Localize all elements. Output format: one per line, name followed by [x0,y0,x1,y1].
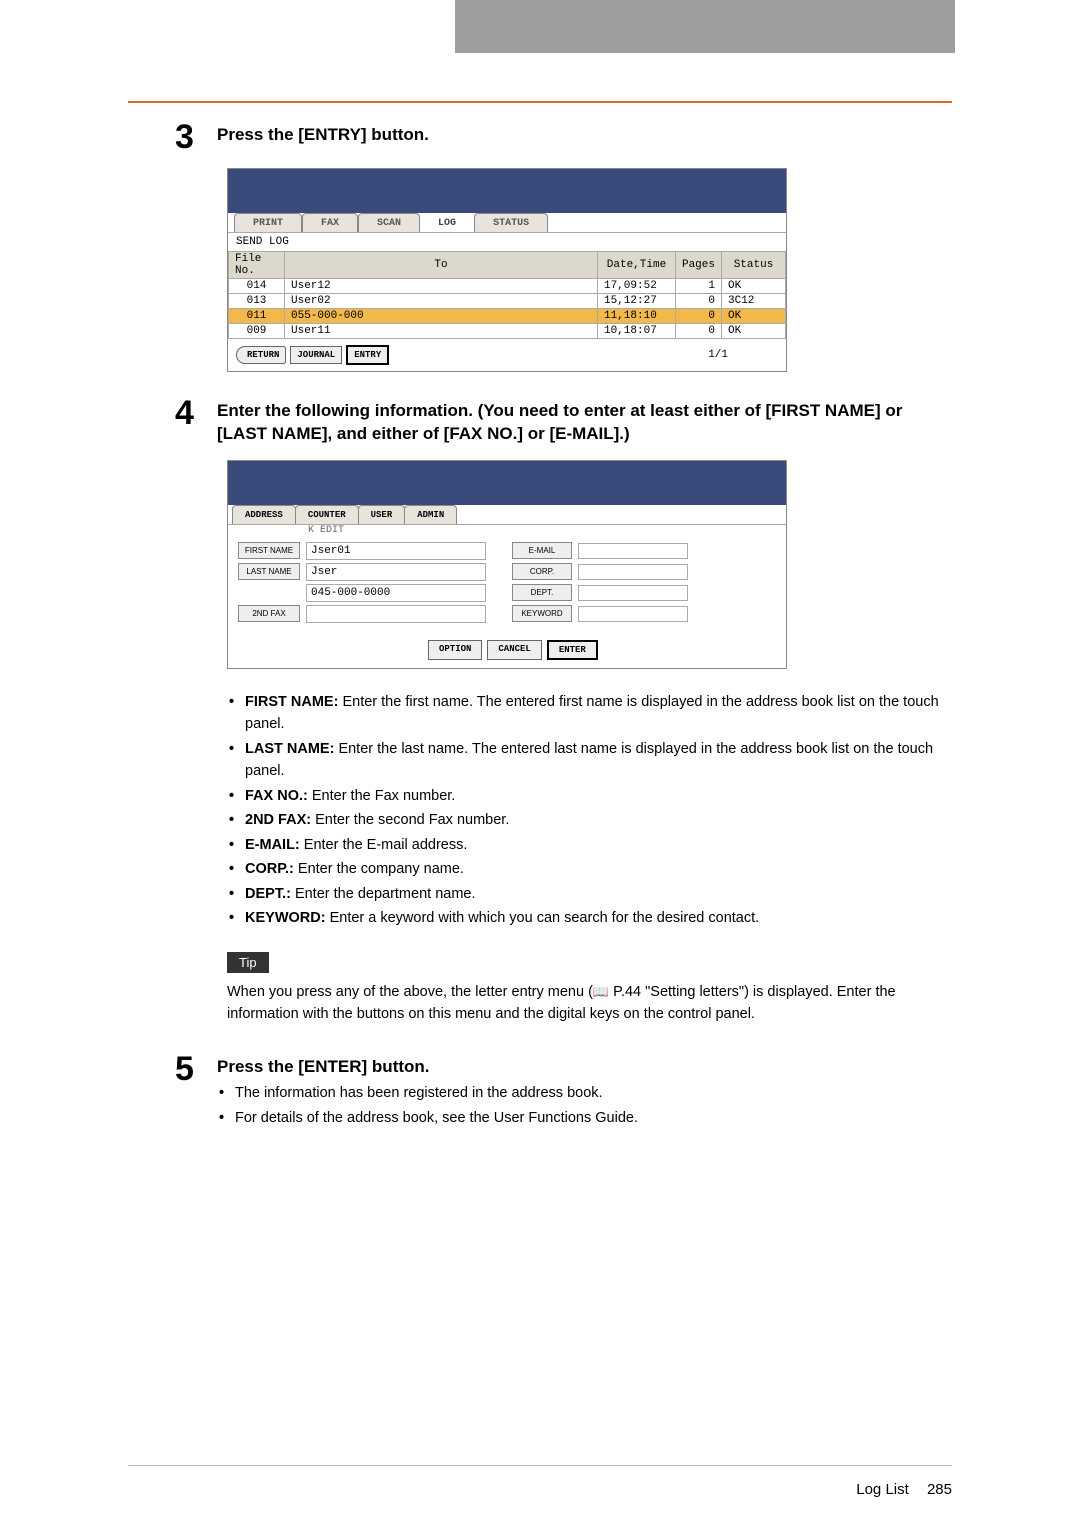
step-number: 4 [175,396,203,430]
page-content: 3 Press the [ENTRY] button. PRINT FAX SC… [175,120,952,1155]
step-number: 5 [175,1052,203,1086]
table-row[interactable]: 013 User02 15,12:27 0 3C12 [229,294,786,309]
keyword-field[interactable] [578,606,688,622]
field-description-list: FIRST NAME: Enter the first name. The en… [227,691,952,930]
list-item: The information has been registered in t… [217,1082,638,1104]
screenshot-address-edit: ADDRESS COUNTER USER ADMIN K EDIT FIRST … [227,460,787,669]
col-status: Status [722,252,786,279]
ss1-top-bar [228,169,786,213]
page-footer: Log List 285 [856,1481,952,1498]
screenshot-send-log: PRINT FAX SCAN LOG STATUS SEND LOG File … [227,168,787,372]
tab-counter[interactable]: COUNTER [295,505,359,524]
list-item: 2ND FAX: Enter the second Fax number. [227,809,952,831]
top-divider [128,101,952,103]
table-row-selected[interactable]: 011 055-000-000 11,18:10 0 OK [229,309,786,324]
corp-label[interactable]: CORP. [512,563,572,580]
tab-status[interactable]: STATUS [474,213,548,232]
email-label[interactable]: E-MAIL [512,542,572,559]
list-item: DEPT.: Enter the department name. [227,883,952,905]
step-3: 3 Press the [ENTRY] button. PRINT FAX SC… [175,120,952,372]
return-button[interactable]: RETURN [236,346,286,364]
step-title: Press the [ENTRY] button. [217,124,429,147]
faxno-field[interactable]: 045-000-0000 [306,584,486,602]
list-item: For details of the address book, see the… [217,1107,638,1129]
corp-field[interactable] [578,564,688,580]
send-log-table: File No. To Date,Time Pages Status 014 U… [228,251,786,339]
cancel-button[interactable]: CANCEL [487,640,541,660]
list-item: FAX NO.: Enter the Fax number. [227,785,952,807]
firstname-label[interactable]: FIRST NAME [238,542,300,559]
secondfax-label[interactable]: 2ND FAX [238,605,300,622]
step-number: 3 [175,120,203,154]
dept-label[interactable]: DEPT. [512,584,572,601]
bottom-divider [128,1465,952,1466]
tip-text: When you press any of the above, the let… [227,981,952,1026]
entry-button[interactable]: ENTRY [346,345,389,365]
tab-user[interactable]: USER [358,505,406,524]
page-indicator: 1/1 [708,349,728,361]
table-row[interactable]: 009 User11 10,18:07 0 OK [229,324,786,339]
tab-admin[interactable]: ADMIN [404,505,457,524]
list-item: CORP.: Enter the company name. [227,858,952,880]
book-icon: 📖 [593,984,609,999]
tip-label: Tip [227,952,269,973]
header-gray-bar [455,0,955,53]
tab-print[interactable]: PRINT [234,213,302,232]
ss2-tabs: ADDRESS COUNTER USER ADMIN [228,505,786,524]
option-button[interactable]: OPTION [428,640,482,660]
table-row[interactable]: 014 User12 17,09:52 1 OK [229,279,786,294]
step-title: Enter the following information. (You ne… [217,400,952,446]
email-field[interactable] [578,543,688,559]
ss2-button-row: OPTION CANCEL ENTER [228,636,786,668]
journal-button[interactable]: JOURNAL [290,346,342,364]
lastname-field[interactable]: Jser [306,563,486,581]
lastname-label[interactable]: LAST NAME [238,563,300,580]
ss1-button-row: RETURN JOURNAL ENTRY 1/1 [228,339,786,371]
step5-list: The information has been registered in t… [217,1082,638,1129]
firstname-field[interactable]: Jser01 [306,542,486,560]
tab-address[interactable]: ADDRESS [232,505,296,524]
step-4: 4 Enter the following information. (You … [175,396,952,1026]
ss2-top-bar [228,461,786,505]
list-item: LAST NAME: Enter the last name. The ente… [227,738,952,783]
enter-button[interactable]: ENTER [547,640,598,660]
tab-log[interactable]: LOG [420,214,474,232]
ss1-subtitle: SEND LOG [228,232,786,251]
footer-page: 285 [927,1481,952,1498]
address-form: FIRST NAME Jser01 E-MAIL LAST NAME Jser … [228,536,786,636]
ss2-subtitle: K EDIT [228,524,786,536]
keyword-label[interactable]: KEYWORD [512,605,572,622]
col-to: To [285,252,598,279]
tip-box: Tip When you press any of the above, the… [227,952,952,1026]
tab-scan[interactable]: SCAN [358,213,420,232]
col-datetime: Date,Time [597,252,675,279]
col-pages: Pages [675,252,721,279]
step-5: 5 Press the [ENTER] button. The informat… [175,1052,952,1132]
ss1-tabs: PRINT FAX SCAN LOG STATUS [228,213,786,232]
list-item: E-MAIL: Enter the E-mail address. [227,834,952,856]
dept-field[interactable] [578,585,688,601]
list-item: FIRST NAME: Enter the first name. The en… [227,691,952,736]
footer-section: Log List [856,1481,909,1498]
list-item: KEYWORD: Enter a keyword with which you … [227,907,952,929]
tab-fax[interactable]: FAX [302,213,358,232]
col-fileno: File No. [229,252,285,279]
secondfax-field[interactable] [306,605,486,623]
step-title: Press the [ENTER] button. [217,1056,638,1079]
